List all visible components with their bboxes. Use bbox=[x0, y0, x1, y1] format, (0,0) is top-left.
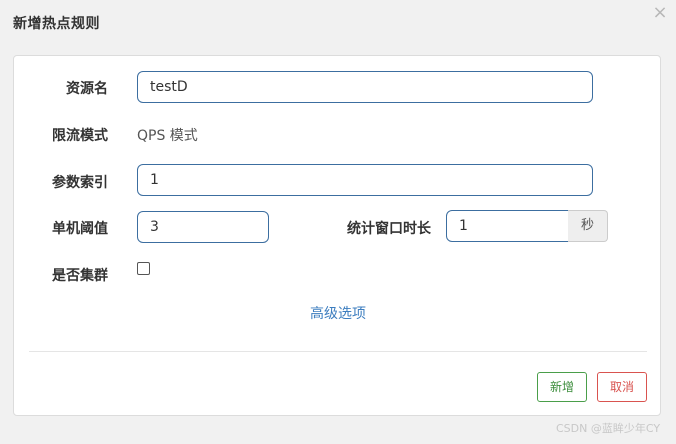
mode-value: QPS 模式 bbox=[137, 128, 198, 144]
param-index-label: 参数索引 bbox=[52, 175, 108, 191]
close-icon[interactable]: × bbox=[652, 4, 668, 22]
window-unit-addon: 秒 bbox=[568, 210, 608, 242]
cluster-checkbox[interactable] bbox=[137, 262, 150, 275]
threshold-input[interactable] bbox=[137, 211, 269, 243]
resource-input[interactable] bbox=[137, 71, 593, 103]
cluster-label: 是否集群 bbox=[52, 268, 108, 284]
advanced-options-link[interactable]: 高级选项 bbox=[300, 304, 376, 324]
add-button[interactable]: 新增 bbox=[537, 372, 587, 402]
param-index-input[interactable] bbox=[137, 164, 593, 196]
divider bbox=[29, 351, 647, 352]
cancel-button[interactable]: 取消 bbox=[597, 372, 647, 402]
dialog-title: 新增热点规则 bbox=[13, 16, 100, 32]
mode-label: 限流模式 bbox=[52, 128, 108, 144]
resource-label: 资源名 bbox=[66, 81, 108, 97]
window-label: 统计窗口时长 bbox=[347, 221, 431, 237]
watermark: CSDN @蓝眸少年CY bbox=[556, 422, 661, 435]
threshold-label: 单机阈值 bbox=[52, 221, 108, 237]
window-input[interactable] bbox=[446, 210, 569, 242]
